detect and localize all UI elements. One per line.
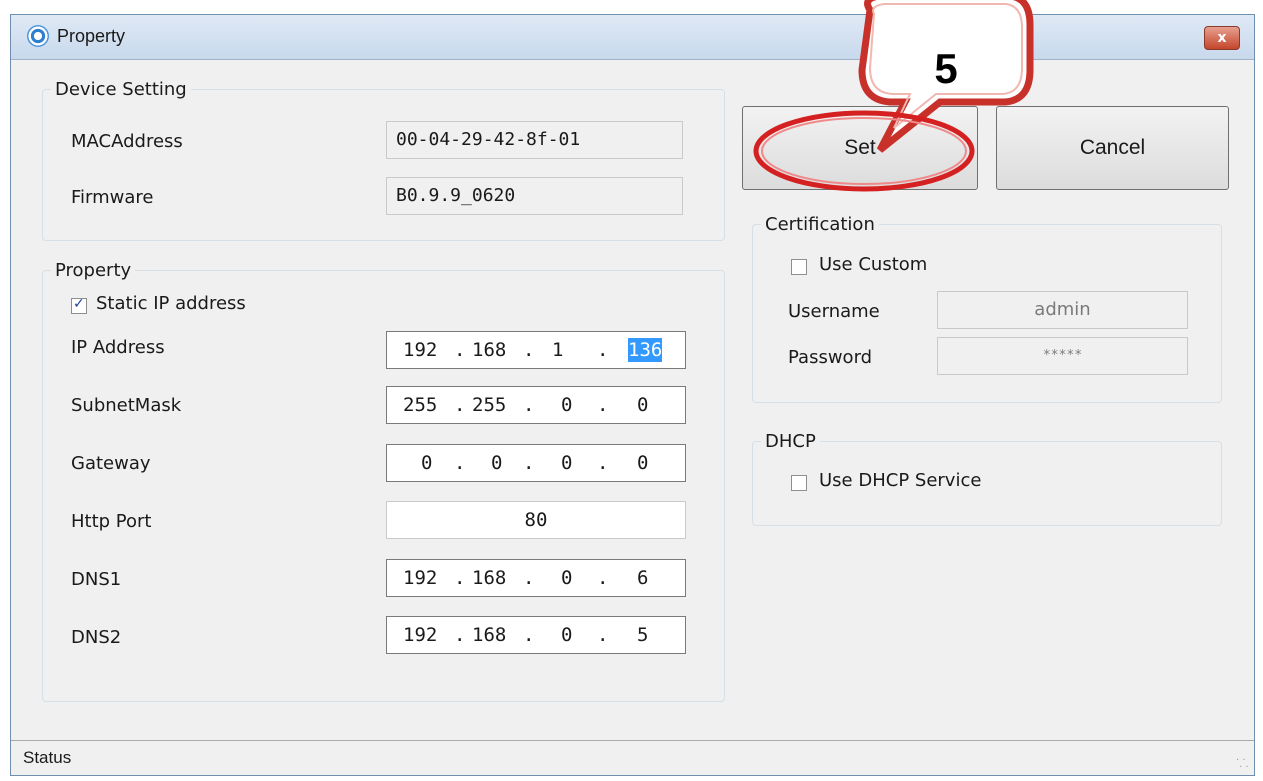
tutorial-annotation: 5 (753, 0, 1034, 192)
step-number: 5 (934, 45, 957, 92)
highlight-ellipse (753, 110, 975, 192)
highlight-ellipse-inner (761, 117, 967, 185)
